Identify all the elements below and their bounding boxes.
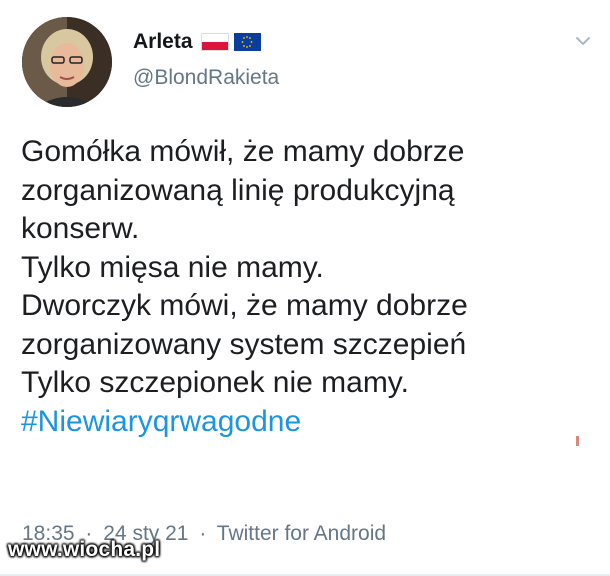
poland-flag-icon xyxy=(200,33,229,51)
tweet-source[interactable]: Twitter for Android xyxy=(217,522,386,545)
tweet-line: zorganizowaną linię produkcyjną xyxy=(21,173,455,207)
tweet-card[interactable]: Arleta @BlondRakieta Gomółka mówił, że m… xyxy=(0,0,610,576)
tweet-line: Gomółka mówił, że mamy dobrze xyxy=(21,135,465,168)
tweet-line: konserw. xyxy=(21,212,140,245)
avatar[interactable] xyxy=(22,17,112,107)
decorative-mark xyxy=(576,436,579,446)
tweet-line: zorganizowany system szczepień xyxy=(21,327,467,361)
display-name[interactable]: Arleta xyxy=(133,30,193,54)
chevron-down-icon[interactable] xyxy=(574,32,592,50)
tweet-text: Gomółka mówił, że mamy dobrze zorganizow… xyxy=(21,133,591,441)
user-handle[interactable]: @BlondRakieta xyxy=(133,66,279,90)
site-watermark: www.wiocha.pl xyxy=(8,538,161,561)
avatar-image xyxy=(22,17,112,107)
tweet-line: Tylko mięsa nie mamy. xyxy=(21,250,324,284)
hashtag-link[interactable]: #Niewiaryqrwagodne xyxy=(21,403,591,442)
tweet-line: Dworczyk mówi, że mamy dobrze xyxy=(21,289,468,322)
meta-separator: · xyxy=(199,522,207,545)
eu-flag-icon xyxy=(233,33,261,51)
flag-emojis xyxy=(200,33,261,51)
name-row: Arleta xyxy=(133,27,279,57)
tweet-line: Tylko szczepionek nie mamy. xyxy=(21,366,409,399)
tweet-header: Arleta @BlondRakieta xyxy=(133,27,279,90)
